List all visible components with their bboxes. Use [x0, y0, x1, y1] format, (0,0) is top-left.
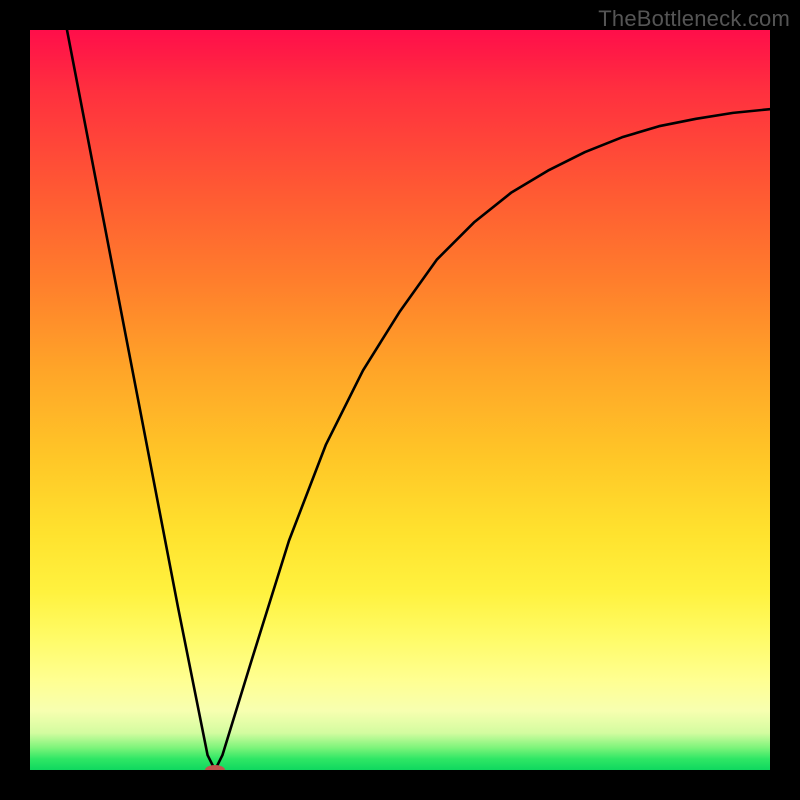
- chart-frame: TheBottleneck.com: [0, 0, 800, 800]
- watermark-text: TheBottleneck.com: [598, 6, 790, 32]
- curve-layer: [30, 30, 770, 770]
- bottleneck-curve: [67, 30, 770, 770]
- optimal-point-marker: [205, 765, 225, 770]
- plot-area: [30, 30, 770, 770]
